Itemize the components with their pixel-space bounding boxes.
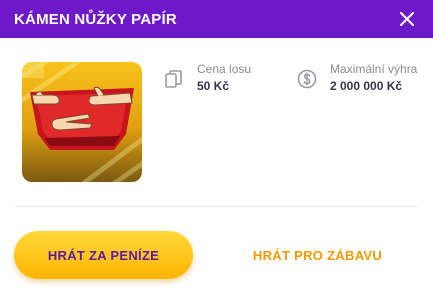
close-icon[interactable] bbox=[399, 11, 415, 27]
tickets-icon bbox=[163, 68, 185, 90]
play-for-fun-button[interactable]: HRÁT PRO ZÁBAVU bbox=[230, 231, 405, 279]
modal-title: KÁMEN NŮŽKY PAPÍR bbox=[14, 10, 177, 28]
dollar-coin-icon bbox=[296, 68, 318, 90]
modal-header: KÁMEN NŮŽKY PAPÍR bbox=[0, 0, 433, 38]
game-thumbnail bbox=[22, 62, 142, 182]
rock-paper-scissors-hands-image bbox=[22, 62, 142, 182]
ticket-price-value: 50 Kč bbox=[197, 79, 230, 93]
play-for-money-button[interactable]: HRÁT ZA PENÍZE bbox=[14, 231, 193, 279]
max-win-info: Maximální výhra 2 000 000 Kč bbox=[296, 62, 417, 94]
ticket-price-label: Cena losu bbox=[197, 62, 252, 76]
max-win-label: Maximální výhra bbox=[330, 62, 418, 76]
divider bbox=[14, 206, 419, 207]
max-win-value: 2 000 000 Kč bbox=[330, 79, 403, 93]
ticket-price-info: Cena losu 50 Kč bbox=[163, 62, 251, 94]
